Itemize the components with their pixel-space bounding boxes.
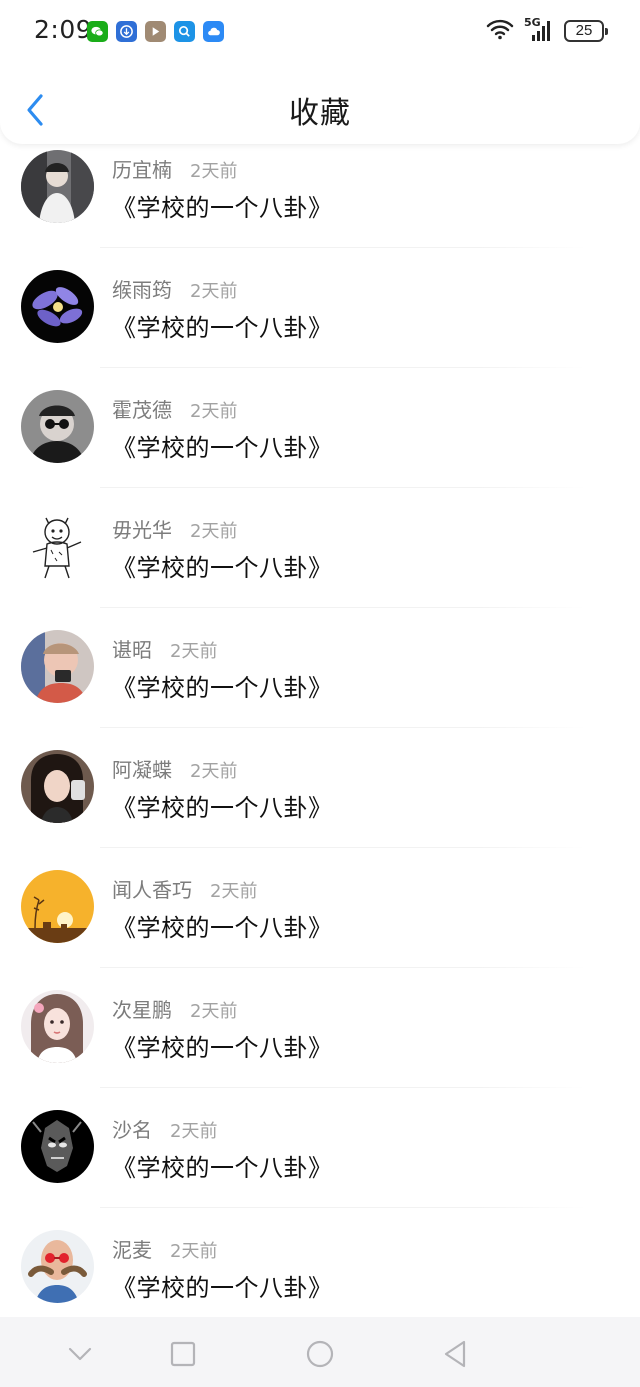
cellular-signal-icon: 5G [524,16,554,42]
square-icon [170,1341,196,1367]
avatar[interactable] [21,510,94,583]
username: 闻人香巧 [112,878,192,902]
circle-icon [306,1340,334,1368]
avatar[interactable] [21,390,94,463]
wechat-icon [87,21,108,42]
article-title[interactable]: 《学校的一个八卦》 [112,188,333,223]
username: 缑雨筠 [112,278,172,302]
list-item[interactable]: 阿凝蝶 2天前 《学校的一个八卦》 [0,728,640,848]
article-title[interactable]: 《学校的一个八卦》 [112,1148,333,1183]
timestamp: 2天前 [170,1121,218,1142]
network-type: 5G [524,16,541,29]
avatar[interactable] [21,150,94,223]
wifi-icon [486,18,514,44]
notification-icons [87,21,224,42]
timestamp: 2天前 [170,641,218,662]
list-item[interactable]: 沙名 2天前 《学校的一个八卦》 [0,1088,640,1208]
timestamp: 2天前 [190,401,238,422]
username: 阿凝蝶 [112,758,172,782]
username: 历宜楠 [112,158,172,182]
timestamp: 2天前 [190,761,238,782]
page-title: 收藏 [289,96,351,131]
article-title[interactable]: 《学校的一个八卦》 [112,428,333,463]
username: 沙名 [112,1118,152,1142]
article-title[interactable]: 《学校的一个八卦》 [112,308,333,343]
list-item[interactable]: 谌昭 2天前 《学校的一个八卦》 [0,608,640,728]
favorites-list: 历宜楠 2天前 《学校的一个八卦》 缑雨筠 2天前 《学校的一个八卦》 霍茂德 … [0,128,640,1328]
timestamp: 2天前 [190,521,238,542]
timestamp: 2天前 [190,281,238,302]
cloud-app-icon [203,21,224,42]
avatar[interactable] [21,1230,94,1303]
back-nav-button[interactable] [438,1337,472,1371]
list-item[interactable]: 历宜楠 2天前 《学校的一个八卦》 [0,128,640,248]
list-item[interactable]: 霍茂德 2天前 《学校的一个八卦》 [0,368,640,488]
chevron-down-icon [68,1347,92,1361]
system-navigation-bar [0,1317,640,1387]
avatar[interactable] [21,750,94,823]
article-title[interactable]: 《学校的一个八卦》 [112,788,333,823]
header-bar: 2:09 5G 25 收藏 [0,0,640,144]
video-app-icon [145,21,166,42]
list-item[interactable]: 缑雨筠 2天前 《学校的一个八卦》 [0,248,640,368]
avatar[interactable] [21,870,94,943]
avatar[interactable] [21,990,94,1063]
username: 次星鹏 [112,998,172,1022]
username: 毋光华 [112,518,172,542]
username: 霍茂德 [112,398,172,422]
status-time: 2:09 [34,15,93,44]
avatar[interactable] [21,270,94,343]
timestamp: 2天前 [170,1241,218,1262]
collapse-nav-button[interactable] [63,1337,97,1371]
home-button[interactable] [303,1337,337,1371]
list-item[interactable]: 毋光华 2天前 《学校的一个八卦》 [0,488,640,608]
article-title[interactable]: 《学校的一个八卦》 [112,548,333,583]
avatar[interactable] [21,1110,94,1183]
download-app-icon [116,21,137,42]
article-title[interactable]: 《学校的一个八卦》 [112,1268,333,1303]
username: 泥麦 [112,1238,152,1262]
timestamp: 2天前 [210,881,258,902]
list-item[interactable]: 泥麦 2天前 《学校的一个八卦》 [0,1208,640,1328]
list-item[interactable]: 次星鹏 2天前 《学校的一个八卦》 [0,968,640,1088]
article-title[interactable]: 《学校的一个八卦》 [112,908,333,943]
avatar[interactable] [21,630,94,703]
username: 谌昭 [112,638,152,662]
search-app-icon [174,21,195,42]
favorites-screen: 2:09 5G 25 收藏 历宜楠 2天前 《学校的一个八卦》 缑雨筠 2天前 … [0,0,640,1387]
timestamp: 2天前 [190,1001,238,1022]
status-indicators: 5G 25 [486,16,608,44]
triangle-back-icon [444,1340,466,1368]
article-title[interactable]: 《学校的一个八卦》 [112,668,333,703]
timestamp: 2天前 [190,161,238,182]
list-item[interactable]: 闻人香巧 2天前 《学校的一个八卦》 [0,848,640,968]
article-title[interactable]: 《学校的一个八卦》 [112,1028,333,1063]
recent-apps-button[interactable] [166,1337,200,1371]
battery-indicator: 25 [564,20,608,42]
